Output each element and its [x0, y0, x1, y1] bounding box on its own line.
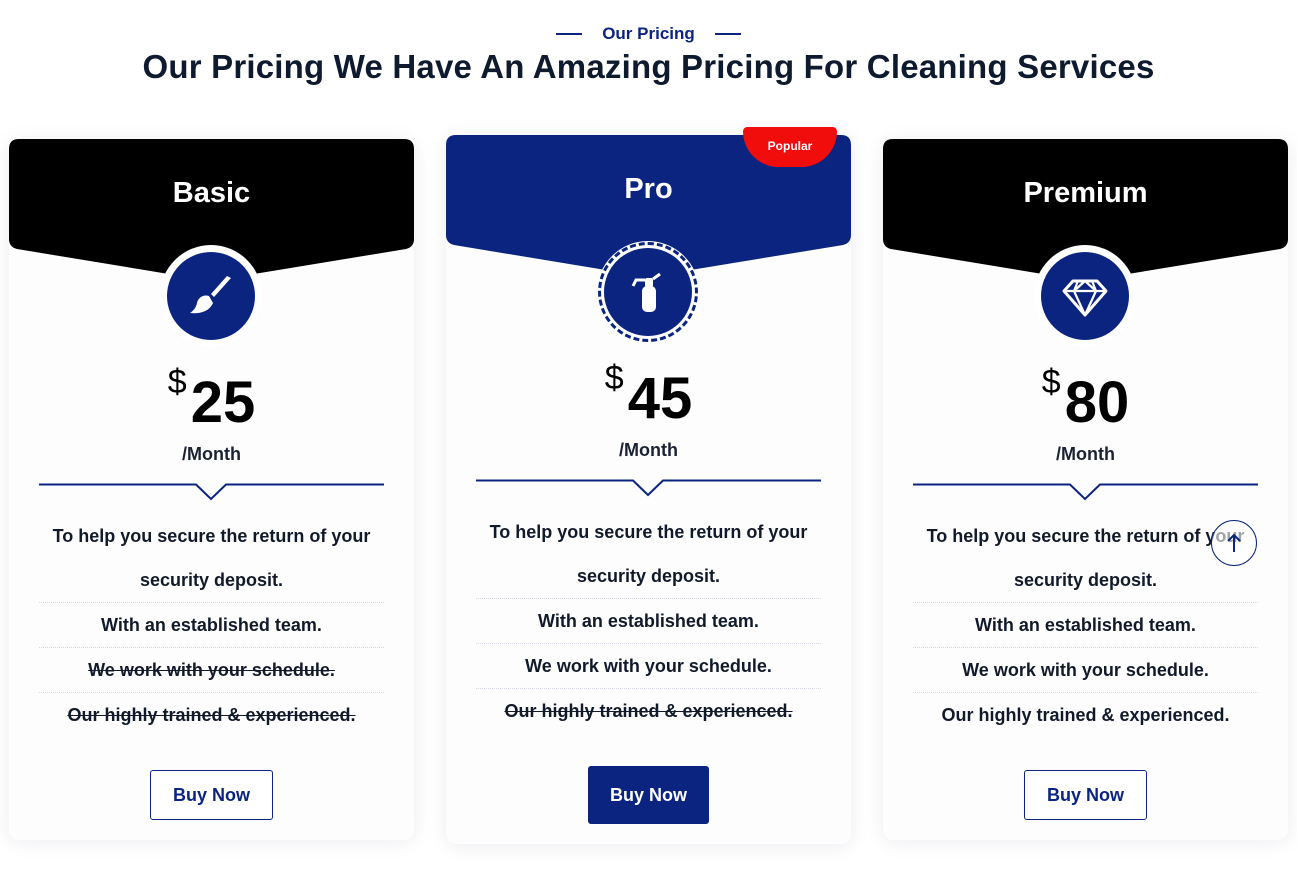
- arrow-up-icon: [1227, 533, 1241, 552]
- icon-ring: [597, 241, 699, 343]
- section-eyebrow: Our Pricing: [0, 22, 1297, 44]
- feature-list: To help you secure the return of your se…: [39, 514, 384, 738]
- feature-item-struck: Our highly trained & experienced.: [67, 705, 356, 725]
- scroll-to-top-button[interactable]: [1211, 520, 1257, 566]
- feature-item: To help you secure the return of your se…: [913, 514, 1258, 603]
- plan-name: Pro: [624, 173, 673, 205]
- eyebrow-line-left: [556, 33, 583, 35]
- plan-name: Premium: [1023, 177, 1148, 209]
- feature-item: With an established team.: [39, 603, 384, 648]
- price: $80: [883, 363, 1288, 436]
- feature-item: To help you secure the return of your se…: [39, 514, 384, 603]
- pricing-card-premium: Premium $80 /Month To help you secure th…: [883, 139, 1288, 840]
- price: $25: [9, 363, 414, 436]
- feature-item: We work with your schedule.: [913, 648, 1258, 693]
- currency-symbol: $: [604, 359, 624, 397]
- feature-item: Our highly trained & experienced.: [941, 705, 1230, 725]
- feature-item-struck: We work with your schedule.: [39, 648, 384, 693]
- feature-item: We work with your schedule.: [476, 644, 821, 689]
- pricing-card-pro: Popular Pro $45 /Month To help you secur…: [446, 127, 851, 844]
- feature-list: To help you secure the return of your se…: [913, 514, 1258, 738]
- icon-ring: [160, 245, 262, 347]
- pricing-card-basic: Basic $25 /Month To help you secure the …: [9, 139, 414, 840]
- price: $45: [446, 359, 851, 432]
- feature-item: With an established team.: [476, 599, 821, 644]
- feature-item-struck: Our highly trained & experienced.: [504, 701, 793, 721]
- eyebrow-text: Our Pricing: [602, 24, 695, 43]
- section-headline: Our Pricing We Have An Amazing Pricing F…: [142, 48, 1155, 85]
- eyebrow-line-right: [714, 33, 741, 35]
- price-divider: [476, 479, 821, 497]
- currency-symbol: $: [167, 363, 187, 401]
- currency-symbol: $: [1041, 363, 1061, 401]
- feature-item: With an established team.: [913, 603, 1258, 648]
- plan-name: Basic: [172, 177, 251, 209]
- buy-now-button[interactable]: Buy Now: [588, 766, 709, 824]
- brush-icon: [167, 252, 255, 340]
- feature-list: To help you secure the return of your se…: [476, 510, 821, 734]
- buy-now-button[interactable]: Buy Now: [150, 770, 273, 820]
- price-period: /Month: [619, 440, 678, 460]
- price-divider: [913, 483, 1258, 501]
- price-amount: 25: [190, 370, 256, 435]
- buy-now-button[interactable]: Buy Now: [1024, 770, 1147, 820]
- price-period: /Month: [182, 444, 241, 464]
- price-period: /Month: [1056, 444, 1115, 464]
- diamond-icon: [1041, 252, 1129, 340]
- fire-extinguisher-icon: [598, 242, 698, 342]
- feature-item: To help you secure the return of your se…: [476, 510, 821, 599]
- price-amount: 80: [1064, 370, 1130, 435]
- icon-ring: [1034, 245, 1136, 347]
- price-amount: 45: [627, 366, 693, 431]
- price-divider: [39, 483, 384, 501]
